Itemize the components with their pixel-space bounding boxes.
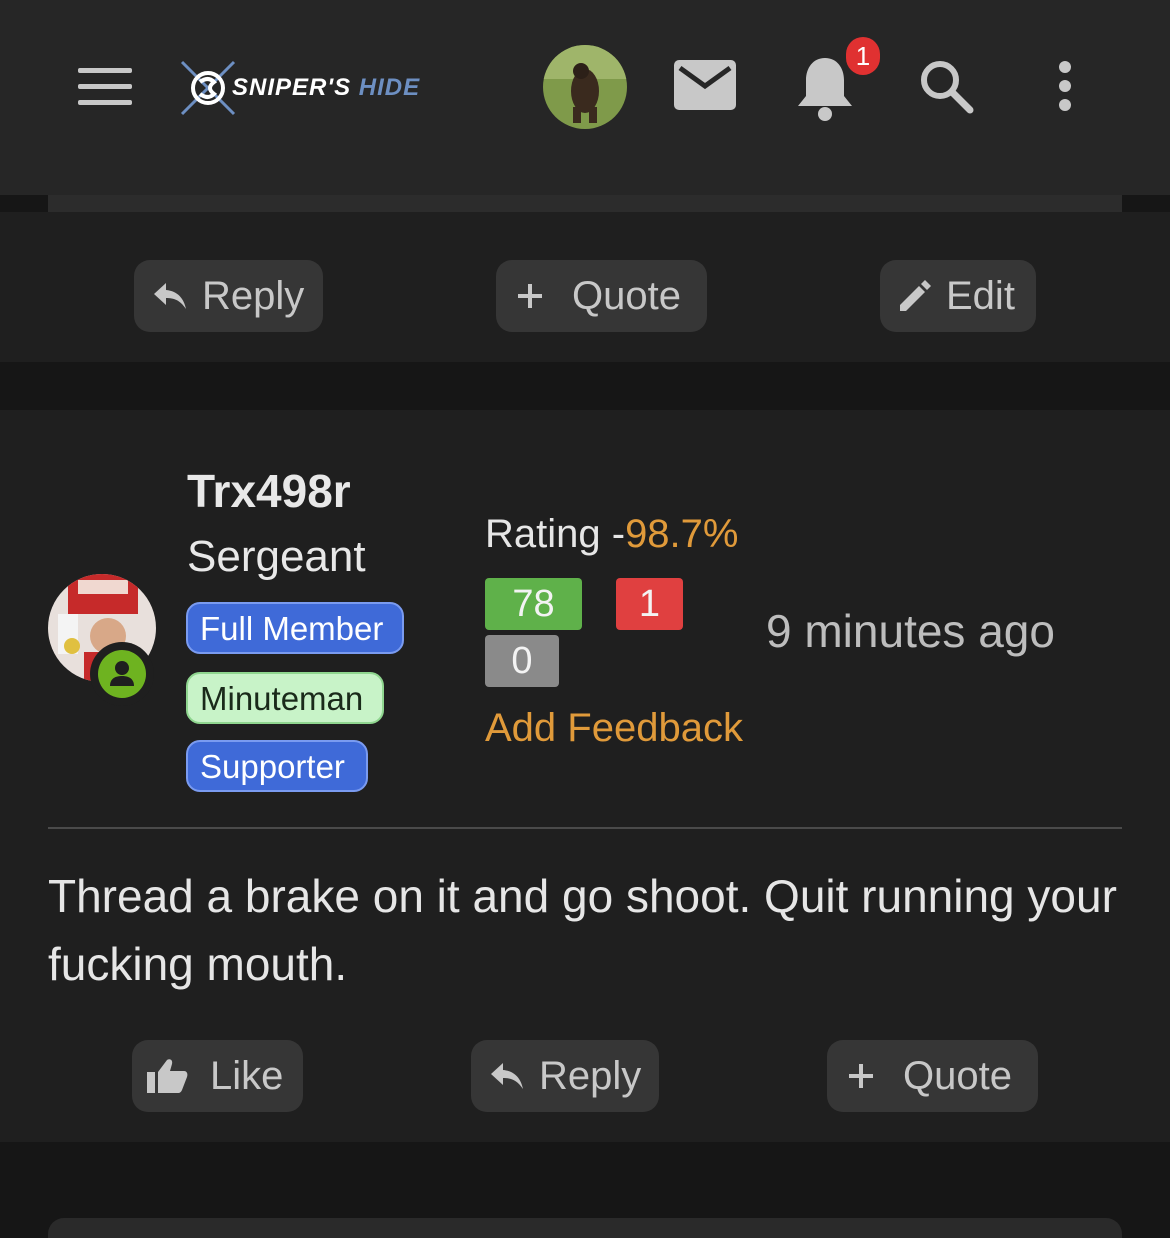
quote-label: Quote	[903, 1053, 1012, 1098]
rating-value: 98.7%	[625, 512, 739, 556]
mail-icon[interactable]	[674, 60, 736, 115]
badge-minuteman: Minuteman	[186, 672, 384, 724]
notification-count-badge: 1	[846, 37, 880, 75]
plus-icon	[518, 284, 542, 308]
negative-feedback-count[interactable]: 1	[616, 578, 683, 630]
current-user-avatar[interactable]	[543, 45, 627, 129]
previous-reply-button[interactable]: Reply	[134, 260, 323, 332]
badge-supporter: Supporter	[186, 740, 368, 792]
user-status-icon	[110, 661, 134, 686]
post-timestamp[interactable]: 9 minutes ago	[766, 604, 1055, 658]
neutral-feedback-count[interactable]: 0	[485, 635, 559, 687]
edit-label: Edit	[946, 273, 1015, 318]
logo-wordmark: SNIPER'S HIDE	[232, 74, 420, 102]
post-header-divider	[48, 827, 1122, 829]
badge-full-member: Full Member	[186, 602, 404, 654]
previous-post-bottom-edge	[48, 195, 1122, 212]
search-icon[interactable]	[918, 58, 974, 119]
add-feedback-link[interactable]: Add Feedback	[485, 706, 743, 751]
poster-rank: Sergeant	[187, 532, 366, 581]
reply-label: Reply	[539, 1053, 642, 1098]
edit-button[interactable]: Edit	[880, 260, 1036, 332]
previous-quote-button[interactable]: Quote	[496, 260, 707, 332]
rating: Rating -98.7%	[485, 512, 738, 557]
avatar-image	[543, 45, 627, 129]
more-vertical-icon[interactable]	[1056, 60, 1074, 117]
positive-feedback-count[interactable]: 78	[485, 578, 582, 630]
previous-reply-label: Reply	[202, 273, 305, 318]
online-status-indicator	[90, 642, 154, 706]
like-label: Like	[210, 1053, 284, 1098]
bell-icon[interactable]	[796, 56, 854, 127]
logo-text-primary: SNIPER'S	[232, 74, 352, 101]
rating-label: Rating -	[485, 512, 626, 556]
reply-arrow-icon	[154, 283, 186, 309]
post-body: Thread a brake on it and go shoot. Quit …	[48, 870, 1117, 990]
reply-arrow-icon	[491, 1063, 523, 1089]
reply-button[interactable]: Reply	[471, 1040, 659, 1112]
logo-text-secondary: HIDE	[358, 74, 421, 101]
menu-icon[interactable]	[78, 68, 132, 106]
crosshair-logo-icon	[180, 60, 236, 116]
quote-button[interactable]: Quote	[827, 1040, 1038, 1112]
previous-quote-label: Quote	[572, 273, 681, 318]
like-button[interactable]: Like	[132, 1040, 303, 1112]
pencil-icon	[900, 280, 931, 311]
next-post-top-edge	[48, 1218, 1122, 1238]
plus-icon	[849, 1064, 873, 1088]
poster-username[interactable]: Trx498r	[187, 464, 351, 518]
thumbs-up-icon	[147, 1059, 188, 1093]
